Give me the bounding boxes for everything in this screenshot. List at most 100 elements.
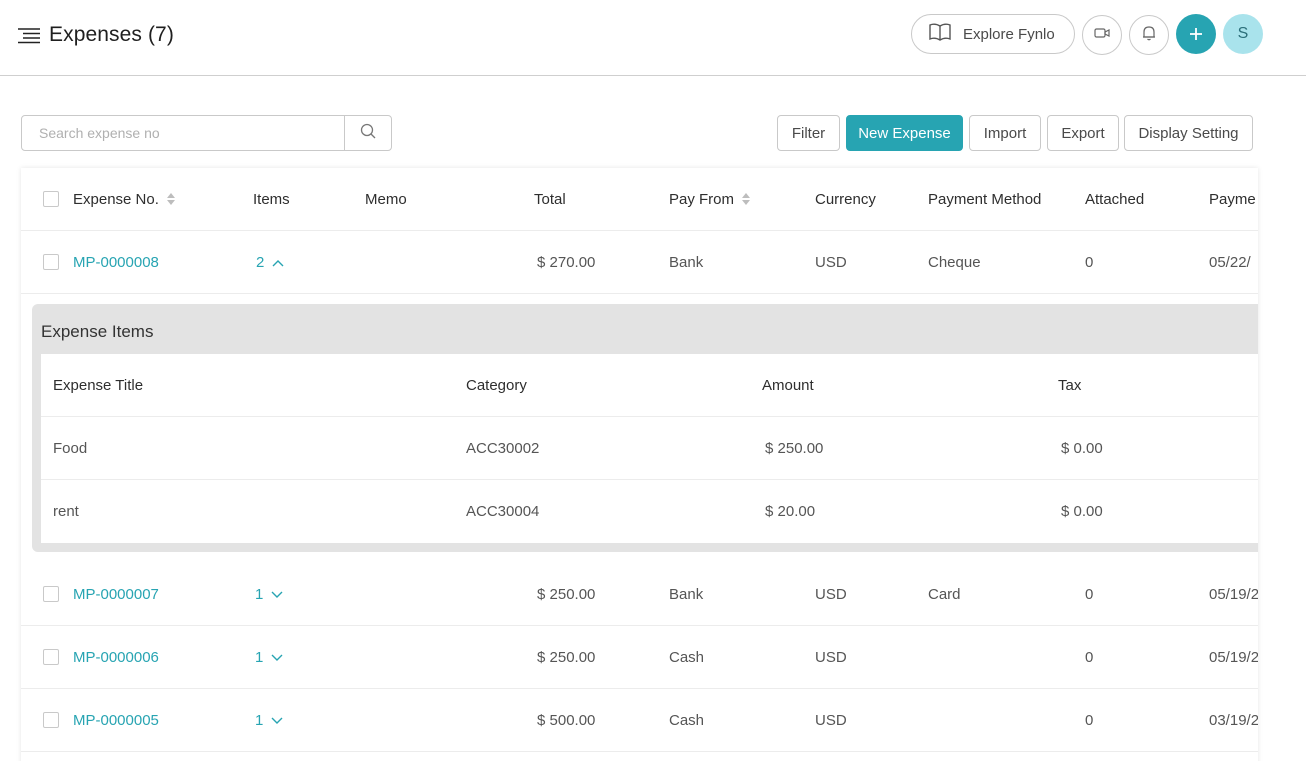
items-toggle[interactable]: 1 — [255, 689, 283, 751]
table-header-row: Expense No. Items Memo Total Pay From Cu… — [21, 168, 1258, 231]
items-count: 1 — [255, 648, 264, 666]
column-header-pay-from[interactable]: Pay From — [669, 168, 751, 230]
attached-cell: 0 — [1085, 585, 1094, 603]
expense-no-link[interactable]: MP-0000006 — [73, 626, 159, 688]
expense-title-cell: Food — [53, 440, 88, 457]
display-setting-button[interactable]: Display Setting — [1124, 115, 1253, 151]
row-checkbox[interactable] — [43, 586, 59, 602]
payment-date-cell: 05/19/2 — [1209, 648, 1258, 666]
explore-button[interactable]: Explore Fynlo — [911, 14, 1075, 54]
table-row: MP-0000005 1 $ 500.00 Cash USD 0 03/19/2 — [21, 689, 1258, 752]
expense-no-link[interactable]: MP-0000008 — [73, 231, 159, 293]
add-button[interactable] — [1176, 14, 1216, 54]
column-header-currency: Currency — [815, 190, 876, 208]
expense-items-panel: Expense Items Expense Title Category Amo… — [32, 304, 1258, 552]
export-button[interactable]: Export — [1047, 115, 1119, 151]
column-header-payment-date: Payme — [1209, 190, 1256, 208]
tax-cell: $ 0.00 — [1061, 503, 1103, 520]
items-count: 1 — [255, 711, 264, 729]
chevron-down-icon — [271, 712, 283, 729]
attached-cell: 0 — [1085, 648, 1094, 666]
attached-cell: 0 — [1085, 711, 1094, 729]
search-icon — [360, 123, 376, 144]
currency-cell: USD — [815, 585, 847, 603]
menu-icon[interactable] — [18, 27, 40, 45]
top-header: Expenses (7) Explore Fynlo S — [0, 0, 1306, 76]
row-checkbox[interactable] — [43, 712, 59, 728]
column-header-total: Total — [534, 190, 566, 208]
search-button[interactable] — [344, 116, 391, 150]
notifications-button[interactable] — [1129, 15, 1169, 55]
amount-cell: $ 20.00 — [765, 503, 816, 520]
pay-from-cell: Bank — [669, 253, 704, 271]
pay-from-cell: Cash — [669, 648, 705, 666]
page-title: Expenses (7) — [49, 23, 174, 46]
sort-icon[interactable] — [742, 193, 751, 205]
attached-cell: 0 — [1085, 253, 1094, 271]
payment-date-cell: 05/22/ — [1209, 253, 1251, 271]
explore-label: Explore Fynlo — [963, 25, 1055, 43]
items-count: 1 — [255, 585, 264, 603]
column-header-payment-method: Payment Method — [928, 190, 1042, 208]
column-header-expense-no[interactable]: Expense No. — [73, 168, 175, 230]
column-header-attached: Attached — [1085, 190, 1145, 208]
expense-no-link[interactable]: MP-0000007 — [73, 563, 159, 625]
expense-item-row: Food ACC30002 $ 250.00 $ 0.00 — [41, 417, 1258, 480]
column-header-items: Items — [253, 190, 290, 208]
pay-from-cell: Bank — [669, 585, 704, 603]
filter-button[interactable]: Filter — [777, 115, 840, 151]
table-row: MP-0000008 2 $ 270.00 Bank USD Cheque 0 … — [21, 231, 1258, 294]
row-checkbox[interactable] — [43, 649, 59, 665]
total-cell: $ 500.00 — [537, 711, 596, 729]
table-row: MP-0000007 1 $ 250.00 Bank USD Card 0 05… — [21, 563, 1258, 626]
currency-cell: USD — [815, 711, 847, 729]
items-toggle[interactable]: 2 — [256, 231, 284, 293]
payment-method-cell: Card — [928, 585, 961, 603]
expense-items-header-row: Expense Title Category Amount Tax — [41, 354, 1258, 417]
table-row: MP-0000006 1 $ 250.00 Cash USD 0 05/19/2 — [21, 626, 1258, 689]
items-toggle[interactable]: 1 — [255, 563, 283, 625]
expense-items-title: Expense Items — [41, 322, 154, 341]
expense-item-row: rent ACC30004 $ 20.00 $ 0.00 — [41, 480, 1258, 543]
plus-icon — [1189, 22, 1203, 46]
expense-items-table: Expense Title Category Amount Tax Food A… — [41, 354, 1258, 543]
sort-icon[interactable] — [166, 193, 175, 205]
total-cell: $ 250.00 — [537, 648, 596, 666]
import-button[interactable]: Import — [969, 115, 1041, 151]
payment-date-cell: 03/19/2 — [1209, 711, 1258, 729]
column-header-expense-title: Expense Title — [53, 377, 144, 394]
currency-cell: USD — [815, 253, 847, 271]
column-header-tax: Tax — [1058, 377, 1082, 394]
items-count: 2 — [256, 253, 265, 271]
video-button[interactable] — [1082, 15, 1122, 55]
payment-date-cell: 05/19/2 — [1209, 585, 1258, 603]
search-box — [21, 115, 392, 151]
total-cell: $ 270.00 — [537, 253, 596, 271]
payment-method-cell: Cheque — [928, 253, 981, 271]
book-icon — [929, 23, 951, 45]
total-cell: $ 250.00 — [537, 585, 596, 603]
chevron-up-icon — [272, 254, 284, 271]
amount-cell: $ 250.00 — [765, 440, 824, 457]
column-header-memo: Memo — [365, 190, 407, 208]
bell-icon — [1142, 25, 1156, 46]
select-all-checkbox[interactable] — [43, 191, 59, 207]
column-header-category: Category — [466, 377, 527, 394]
chevron-down-icon — [271, 586, 283, 603]
expense-title-cell: rent — [53, 503, 79, 520]
avatar[interactable]: S — [1223, 14, 1263, 54]
pay-from-cell: Cash — [669, 711, 705, 729]
category-cell: ACC30004 — [466, 503, 540, 520]
expenses-table: Expense No. Items Memo Total Pay From Cu… — [21, 168, 1258, 761]
currency-cell: USD — [815, 648, 847, 666]
expense-no-link[interactable]: MP-0000005 — [73, 689, 159, 751]
column-header-amount: Amount — [762, 377, 814, 394]
new-expense-button[interactable]: New Expense — [846, 115, 963, 151]
tax-cell: $ 0.00 — [1061, 440, 1103, 457]
search-input[interactable] — [22, 116, 344, 150]
video-icon — [1094, 26, 1110, 44]
row-checkbox[interactable] — [43, 254, 59, 270]
chevron-down-icon — [271, 649, 283, 666]
category-cell: ACC30002 — [466, 440, 540, 457]
items-toggle[interactable]: 1 — [255, 626, 283, 688]
